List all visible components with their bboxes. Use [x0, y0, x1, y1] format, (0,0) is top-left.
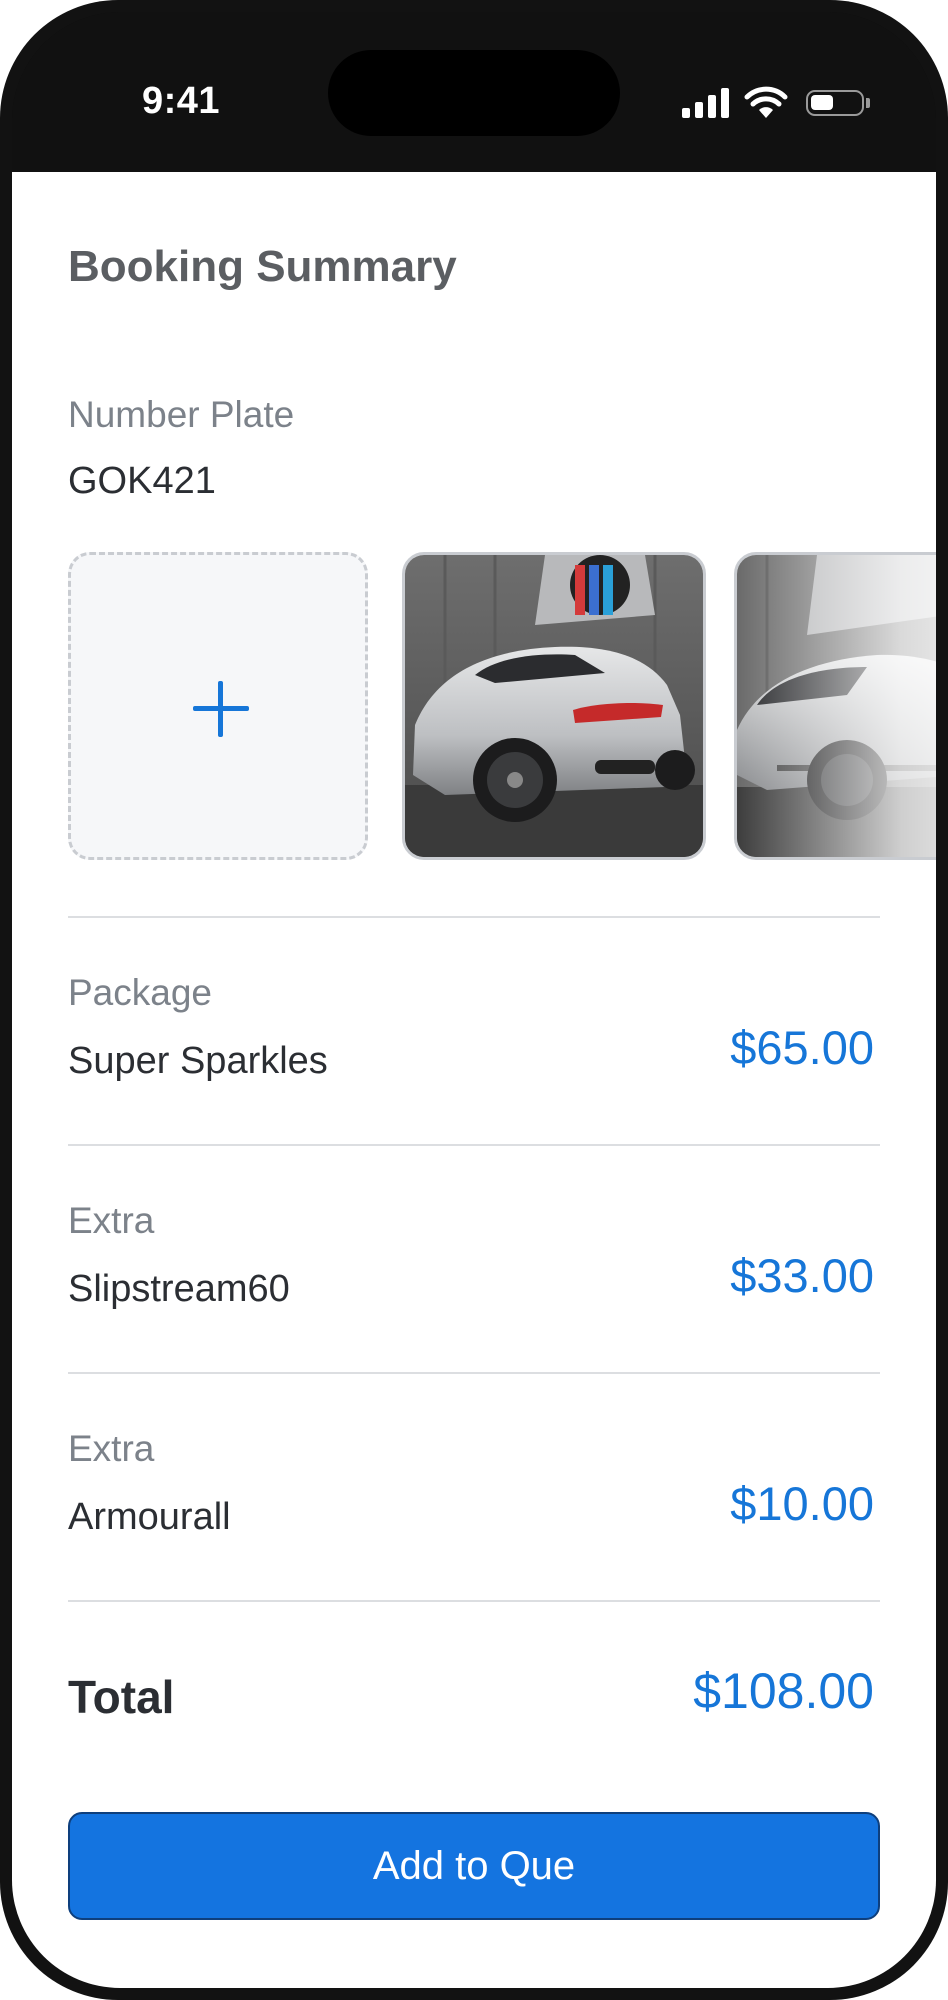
total-label: Total — [68, 1671, 175, 1723]
extra-label: Extra — [68, 1200, 155, 1241]
divider — [68, 1372, 880, 1374]
plus-icon — [193, 681, 249, 737]
divider — [68, 916, 880, 918]
add-photo-button[interactable] — [68, 552, 368, 860]
car-photo-side-silver[interactable] — [734, 552, 936, 860]
signal-icon — [682, 88, 730, 118]
total-price: $108.00 — [693, 1663, 874, 1719]
package-label: Package — [68, 972, 212, 1013]
page-title: Booking Summary — [68, 242, 457, 291]
extra-label: Extra — [68, 1428, 155, 1469]
extra-name: Slipstream60 — [68, 1268, 290, 1310]
wifi-icon — [744, 86, 788, 118]
phone-frame: 9:41 Booking Summary Number Plate GOK421… — [0, 0, 948, 2000]
number-plate-value: GOK421 — [68, 460, 216, 502]
extra-price: $33.00 — [730, 1249, 874, 1302]
divider — [68, 1144, 880, 1146]
battery-icon — [806, 90, 864, 116]
status-icons — [672, 84, 882, 124]
car-photo-side-image — [737, 555, 936, 857]
status-bar: 9:41 — [12, 12, 936, 172]
number-plate-label: Number Plate — [68, 394, 295, 435]
car-photo-rear-image — [405, 555, 703, 857]
photo-strip[interactable] — [68, 552, 936, 864]
car-photo-rear-silver[interactable] — [402, 552, 706, 860]
package-price: $65.00 — [730, 1021, 874, 1074]
dynamic-island — [328, 50, 620, 136]
screen: 9:41 Booking Summary Number Plate GOK421… — [12, 12, 936, 1988]
divider — [68, 1600, 880, 1602]
add-to-queue-button[interactable]: Add to Que — [68, 1812, 880, 1920]
extra-price: $10.00 — [730, 1477, 874, 1530]
battery-tip — [866, 98, 870, 108]
status-time: 9:41 — [142, 80, 221, 122]
package-name: Super Sparkles — [68, 1040, 328, 1082]
extra-name: Armourall — [68, 1496, 231, 1538]
booking-summary-content: Booking Summary Number Plate GOK421 Pack… — [12, 172, 936, 1988]
